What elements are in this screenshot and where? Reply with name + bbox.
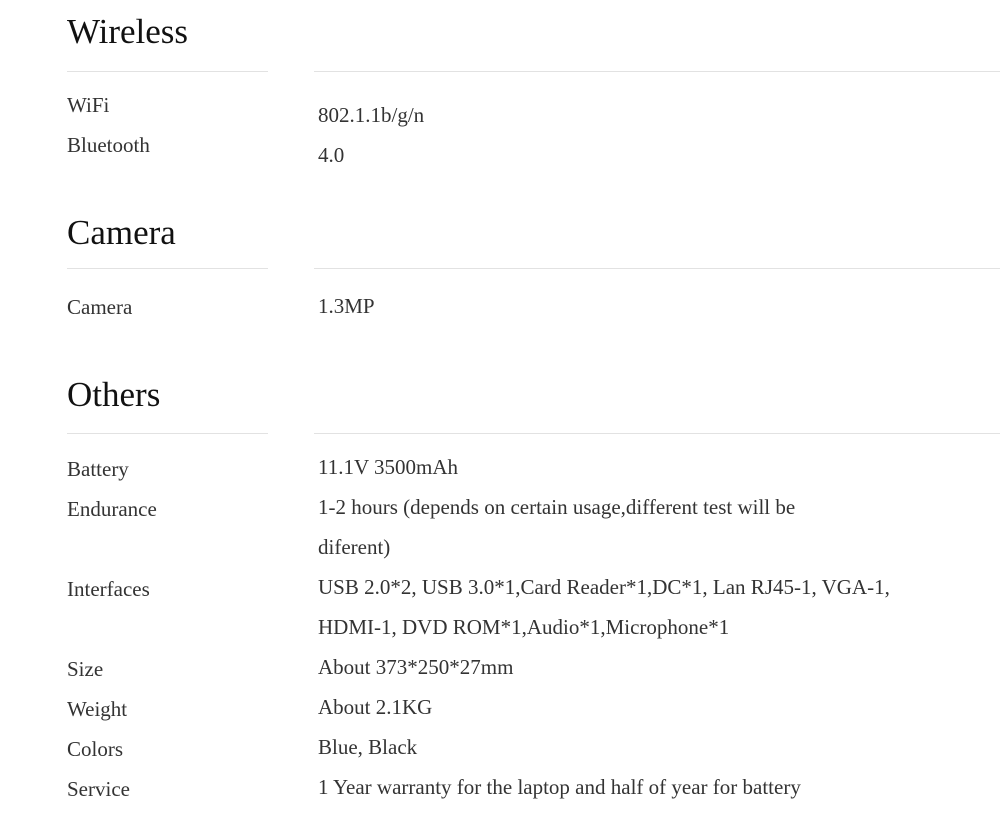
value-column: 802.1.1b/g/n 4.0: [318, 95, 918, 175]
divider: [314, 433, 1000, 434]
spec-value-service: 1 Year warranty for the laptop and half …: [318, 775, 801, 799]
divider: [314, 71, 1000, 72]
spec-value-bluetooth: 4.0: [318, 143, 345, 167]
section-heading: Wireless: [67, 12, 189, 51]
section-heading: Camera: [67, 213, 176, 252]
spec-label-battery: Battery: [67, 457, 129, 481]
spec-value-battery: 11.1V 3500mAh: [318, 455, 459, 479]
divider: [67, 433, 268, 434]
section-heading: Others: [67, 375, 161, 414]
divider: [314, 268, 1000, 269]
value-column: 1.3MP: [318, 286, 918, 326]
spec-value-endurance: 1-2 hours (depends on certain usage,diff…: [318, 495, 796, 559]
spec-value-weight: About 2.1KG: [318, 695, 433, 719]
label-column: Camera: [67, 287, 297, 327]
spec-label-endurance: Endurance: [67, 497, 157, 521]
spec-value-size: About 373*250*27mm: [318, 655, 514, 679]
spec-value-camera: 1.3MP: [318, 294, 375, 318]
divider: [67, 71, 268, 72]
spec-label-wifi: WiFi: [67, 93, 110, 117]
label-column: Battery Endurance Interfaces Size Weight…: [67, 449, 297, 809]
spec-label-camera: Camera: [67, 295, 133, 319]
divider: [67, 268, 268, 269]
spec-label-size: Size: [67, 657, 104, 681]
spec-label-colors: Colors: [67, 737, 124, 761]
spec-value-interfaces: USB 2.0*2, USB 3.0*1,Card Reader*1,DC*1,…: [318, 575, 890, 639]
spec-value-wifi: 802.1.1b/g/n: [318, 103, 425, 127]
spec-value-colors: Blue, Black: [318, 735, 418, 759]
value-column: 11.1V 3500mAh 1-2 hours (depends on cert…: [318, 447, 918, 807]
spec-label-weight: Weight: [67, 697, 128, 721]
spec-label-service: Service: [67, 777, 130, 801]
spec-label-bluetooth: Bluetooth: [67, 133, 150, 157]
spec-label-interfaces: Interfaces: [67, 577, 150, 601]
label-column: WiFi Bluetooth: [67, 85, 297, 165]
